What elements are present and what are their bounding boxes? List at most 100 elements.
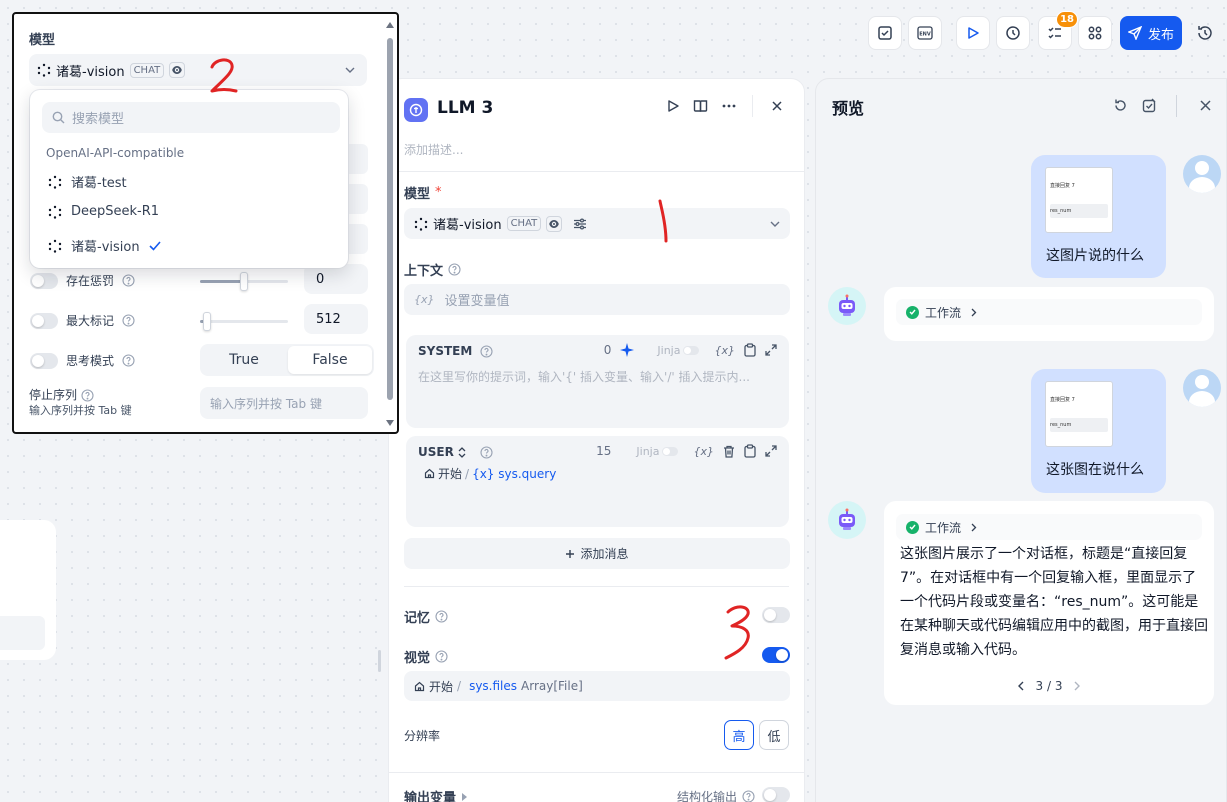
help-icon[interactable] xyxy=(480,344,493,358)
path-separator: / xyxy=(465,466,470,481)
thinking-label: 思考模式 xyxy=(66,354,115,368)
insert-variable-icon[interactable]: {x} xyxy=(693,445,714,458)
jinja-label: Jinja xyxy=(657,343,681,357)
slider-handle[interactable] xyxy=(240,272,248,291)
vision-toggle[interactable] xyxy=(762,647,790,663)
user-role-select[interactable]: USER xyxy=(418,445,493,459)
jinja-toggle[interactable]: Jinja xyxy=(636,445,679,458)
presence-penalty-toggle[interactable] xyxy=(30,272,58,289)
run-history-button[interactable] xyxy=(996,16,1030,50)
max-tokens-row: 最大标记 xyxy=(30,312,135,329)
role-switch-icon[interactable] xyxy=(458,446,466,458)
restart-icon[interactable] xyxy=(1113,98,1128,117)
thinking-mode-toggle[interactable] xyxy=(30,352,58,369)
model-option-selected[interactable]: 诸葛-vision xyxy=(48,236,161,255)
sparkle-icon[interactable] xyxy=(620,343,635,357)
output-variables-header[interactable]: 输出变量 xyxy=(404,787,468,802)
presence-penalty-value[interactable]: 0 xyxy=(304,264,368,294)
help-icon[interactable] xyxy=(122,274,135,287)
stop-label: 停止序列 xyxy=(29,388,78,402)
model-option[interactable]: DeepSeek-R1 xyxy=(48,204,159,219)
expand-icon[interactable] xyxy=(765,445,777,457)
chevron-down-icon xyxy=(770,221,780,227)
expand-icon[interactable] xyxy=(765,344,777,356)
history-icon xyxy=(1196,24,1214,42)
help-icon[interactable] xyxy=(122,354,135,367)
apps-button[interactable] xyxy=(1078,16,1112,50)
true-option[interactable]: True xyxy=(202,346,286,374)
chevron-right-icon xyxy=(971,523,977,532)
env-button[interactable]: ENV xyxy=(908,16,942,50)
insert-variable-icon[interactable]: {x} xyxy=(714,344,735,357)
model-select[interactable]: 诸葛-vision CHAT xyxy=(404,208,790,239)
scrollbar-thumb[interactable] xyxy=(387,38,393,400)
workflow-process-chip[interactable]: 工作流 xyxy=(896,299,1202,325)
scroll-down-icon[interactable] xyxy=(386,420,394,426)
resolution-high-button[interactable]: 高 xyxy=(724,720,754,750)
success-check-icon xyxy=(906,520,919,534)
stop-sequence-input[interactable]: 输入序列并按 Tab 键 xyxy=(200,387,368,419)
model-provider-icon xyxy=(48,205,62,219)
max-tokens-slider[interactable] xyxy=(200,312,288,331)
image-attachment-thumbnail[interactable]: 直接回复 7 res_num xyxy=(1045,167,1113,233)
context-variable-input[interactable]: {x} 设置变量值 xyxy=(404,284,790,315)
copy-icon[interactable] xyxy=(744,444,756,458)
help-icon[interactable] xyxy=(81,388,94,402)
output-label-text: 输出变量 xyxy=(404,791,457,802)
start-node-label: 开始 xyxy=(429,679,454,694)
copy-icon[interactable] xyxy=(744,343,756,357)
close-icon[interactable] xyxy=(770,99,784,117)
system-prompt-placeholder[interactable]: 在这里写你的提示词，输入'{' 插入变量、输入'/' 插入提示内... xyxy=(418,368,777,385)
help-icon[interactable] xyxy=(435,650,448,663)
scroll-up-icon[interactable] xyxy=(386,22,394,28)
checklist-issues-button[interactable]: 18 xyxy=(1038,11,1078,50)
vision-files-variable[interactable]: 开始 / sys.files Array[File] xyxy=(404,671,790,701)
run-node-icon[interactable] xyxy=(666,99,680,117)
max-tokens-toggle[interactable] xyxy=(30,312,58,329)
stop-sequence-label: 停止序列 输入序列并按 Tab 键 xyxy=(29,387,132,419)
system-prompt-box[interactable]: SYSTEM 0 Jinja {x} 在这里写你的提示词，输入'{' 插入变量、… xyxy=(406,335,789,428)
llm-node-title[interactable]: LLM 3 xyxy=(437,98,493,118)
help-icon[interactable] xyxy=(448,263,461,276)
chevron-right-icon[interactable] xyxy=(1074,681,1081,691)
user-message-bubble: 直接回复 7 res_num 这图片说的什么 xyxy=(1031,155,1166,278)
presence-penalty-slider[interactable] xyxy=(200,272,288,291)
help-icon[interactable] xyxy=(122,314,135,327)
book-icon[interactable] xyxy=(693,99,708,117)
jinja-toggle[interactable]: Jinja xyxy=(657,343,700,357)
model-settings-icon[interactable] xyxy=(573,217,587,230)
description-placeholder[interactable]: 添加描述... xyxy=(404,141,463,158)
model-label: 模型 * xyxy=(404,183,442,202)
trash-icon[interactable] xyxy=(723,445,735,458)
user-prompt-box[interactable]: USER 15 Jinja {x} 开始 / {x} sys.query xyxy=(406,436,789,527)
false-option[interactable]: False xyxy=(288,346,372,374)
jinja-switch[interactable] xyxy=(662,446,679,456)
slider-handle[interactable] xyxy=(203,312,211,331)
help-icon[interactable] xyxy=(480,445,493,459)
resolution-low-button[interactable]: 低 xyxy=(759,720,789,750)
more-icon[interactable] xyxy=(721,99,737,117)
memory-toggle[interactable] xyxy=(762,607,790,623)
run-button[interactable] xyxy=(956,16,990,50)
model-search-input[interactable]: 搜索模型 xyxy=(42,102,340,133)
structured-output-toggle[interactable] xyxy=(762,787,790,802)
workflow-process-chip[interactable]: 工作流 xyxy=(896,514,1202,540)
popup-model-select[interactable]: 诸葛-vision CHAT xyxy=(29,54,367,86)
chat-mode-tag: CHAT xyxy=(506,216,542,231)
publish-button[interactable]: 发布 xyxy=(1120,16,1182,50)
help-icon[interactable] xyxy=(435,610,448,623)
chevron-left-icon[interactable] xyxy=(1017,681,1024,691)
close-icon[interactable] xyxy=(1199,99,1212,116)
user-query-variable[interactable]: 开始 / {x} sys.query xyxy=(424,465,556,482)
checklist-icon[interactable] xyxy=(1142,98,1157,117)
jinja-switch[interactable] xyxy=(683,345,700,355)
model-option[interactable]: 诸葛-test xyxy=(48,172,127,191)
help-icon[interactable] xyxy=(742,790,755,802)
version-history-button[interactable] xyxy=(1196,24,1214,46)
max-tokens-value[interactable]: 512 xyxy=(304,304,368,334)
panel-resize-handle[interactable] xyxy=(378,650,381,672)
add-message-button[interactable]: 添加消息 xyxy=(404,538,790,569)
model-option-label: DeepSeek-R1 xyxy=(71,204,160,219)
checklist-button[interactable] xyxy=(868,16,902,50)
image-attachment-thumbnail[interactable]: 直接回复 7 res_num xyxy=(1045,381,1113,447)
